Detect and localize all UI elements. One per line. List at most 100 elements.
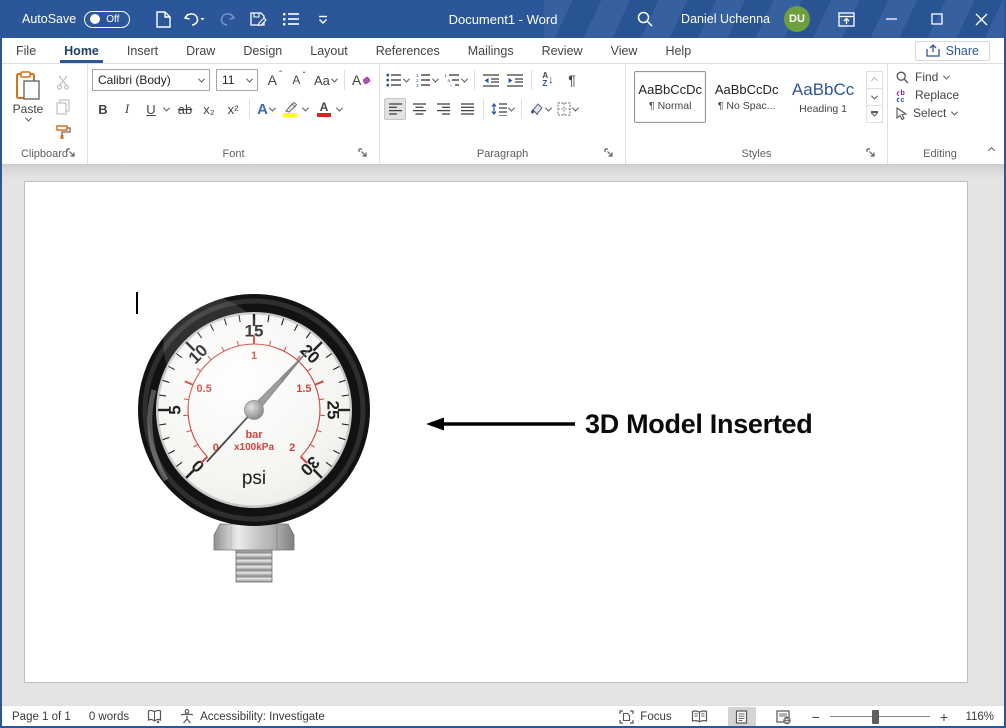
document-page[interactable]: 05101520253000.511.52barx100kPapsi 3D Mo… (24, 181, 968, 683)
paste-button[interactable]: Paste (6, 69, 50, 143)
show-formatting-button[interactable]: ¶ (561, 69, 583, 91)
copy-button[interactable] (52, 96, 74, 118)
shrink-font-button[interactable]: Aˇ (288, 69, 310, 91)
style-heading-1[interactable]: AaBbCc Heading 1 (787, 71, 859, 123)
tab-review[interactable]: Review (528, 38, 597, 63)
text-effects-button[interactable]: A (255, 98, 277, 120)
arrow-left-icon (425, 414, 577, 434)
tab-help[interactable]: Help (651, 38, 705, 63)
page-indicator[interactable]: Page 1 of 1 (12, 711, 71, 723)
numbering-button[interactable]: 123 (413, 69, 440, 91)
font-dialog-launcher[interactable] (358, 148, 370, 160)
sort-button[interactable]: A Z ↓ (537, 69, 559, 91)
styles-scroll-down-button[interactable] (867, 88, 882, 105)
styles-dialog-launcher[interactable] (866, 148, 878, 160)
font-name-combobox[interactable]: Calibri (Body) (92, 69, 210, 91)
borders-button[interactable] (555, 98, 580, 120)
autosave-toggle[interactable]: Off (84, 11, 130, 28)
format-painter-button[interactable] (52, 121, 74, 143)
font-color-button[interactable]: A (313, 98, 335, 120)
strikethrough-button[interactable]: ab (174, 98, 196, 120)
tab-references[interactable]: References (362, 38, 454, 63)
paragraph-group-label: Paragraph (477, 148, 528, 160)
new-document-button[interactable] (150, 6, 176, 32)
minimize-button[interactable] (869, 0, 914, 38)
align-left-button[interactable] (384, 98, 406, 120)
highlight-button[interactable] (279, 98, 301, 120)
bullet-list-icon (282, 12, 300, 26)
proofing-status-button[interactable] (147, 709, 162, 724)
tab-insert[interactable]: Insert (113, 38, 172, 63)
paragraph-dialog-launcher[interactable] (604, 148, 616, 160)
zoom-out-button[interactable]: − (812, 710, 820, 724)
grow-font-button[interactable]: Aˆ (264, 69, 286, 91)
zoom-slider-handle[interactable] (872, 710, 879, 724)
search-icon (637, 11, 653, 27)
zoom-percentage[interactable]: 116% (962, 711, 994, 723)
bullet-list-button[interactable] (278, 6, 304, 32)
tab-draw[interactable]: Draw (172, 38, 229, 63)
replace-button[interactable]: bc Replace (896, 88, 982, 102)
undo-button[interactable] (182, 6, 208, 32)
style-normal[interactable]: AaBbCcDc ¶ Normal (634, 71, 706, 123)
tab-view[interactable]: View (597, 38, 652, 63)
accessibility-status-button[interactable]: Accessibility: Investigate (180, 709, 325, 724)
tab-layout[interactable]: Layout (296, 38, 362, 63)
shrink-mark: ˇ (302, 71, 305, 82)
bold-button[interactable]: B (92, 98, 114, 120)
print-layout-button[interactable] (728, 707, 756, 727)
read-mode-button[interactable] (686, 707, 714, 727)
font-size-combobox[interactable]: 11 (216, 69, 258, 91)
focus-mode-button[interactable]: Focus (619, 710, 671, 724)
subscript-button[interactable]: x₂ (198, 98, 220, 120)
change-case-button[interactable]: Aa (312, 69, 339, 91)
styles-scroll-up-button[interactable] (867, 72, 882, 88)
tab-file[interactable]: File (2, 38, 50, 63)
redo-button[interactable] (214, 6, 240, 32)
collapse-ribbon-button[interactable] (989, 140, 994, 158)
align-center-button[interactable] (408, 98, 430, 120)
highlight-chevron-icon[interactable] (302, 104, 309, 111)
maximize-button[interactable] (914, 0, 959, 38)
customize-qat-button[interactable] (310, 6, 336, 32)
underline-chevron-icon[interactable] (163, 104, 170, 111)
font-color-chevron-icon[interactable] (336, 104, 343, 111)
user-name[interactable]: Daniel Uchenna (667, 0, 784, 38)
styles-more-button[interactable] (867, 105, 882, 122)
pressure-gauge-3d-model[interactable]: 05101520253000.511.52barx100kPapsi (134, 288, 374, 588)
justify-icon (461, 103, 474, 115)
select-button[interactable]: Select (896, 106, 982, 120)
zoom-in-button[interactable]: + (940, 710, 948, 724)
bullets-button[interactable] (384, 69, 411, 91)
tab-mailings[interactable]: Mailings (454, 38, 528, 63)
decrease-indent-button[interactable] (480, 69, 502, 91)
italic-button[interactable]: I (116, 98, 138, 120)
web-layout-button[interactable] (770, 707, 798, 727)
tab-design[interactable]: Design (229, 38, 296, 63)
share-icon (926, 44, 940, 57)
share-button[interactable]: Share (915, 41, 990, 61)
cut-button[interactable] (52, 71, 74, 93)
underline-button[interactable]: U (140, 98, 162, 120)
find-button[interactable]: Find (896, 70, 982, 84)
clipboard-dialog-launcher[interactable] (66, 148, 78, 160)
shading-button[interactable] (527, 98, 553, 120)
multilevel-list-button[interactable]: 1ai (442, 69, 469, 91)
increase-indent-button[interactable] (504, 69, 526, 91)
style-preview: AaBbCcDc (638, 82, 702, 97)
clear-formatting-button[interactable]: A (350, 69, 373, 91)
align-right-button[interactable] (432, 98, 454, 120)
zoom-slider-track[interactable] (830, 716, 930, 717)
search-button[interactable] (623, 0, 667, 38)
justify-button[interactable] (456, 98, 478, 120)
style-no-spacing[interactable]: AaBbCcDc ¶ No Spac... (710, 71, 782, 123)
save-draft-button[interactable] (246, 6, 272, 32)
avatar[interactable]: DU (784, 6, 810, 32)
paragraph-group: 123 1ai A Z (380, 64, 626, 164)
tab-home[interactable]: Home (50, 38, 113, 63)
superscript-button[interactable]: x² (222, 98, 244, 120)
ribbon-display-options-button[interactable] (824, 0, 869, 38)
line-spacing-button[interactable] (489, 98, 516, 120)
close-button[interactable] (959, 0, 1004, 38)
word-count[interactable]: 0 words (89, 711, 129, 723)
